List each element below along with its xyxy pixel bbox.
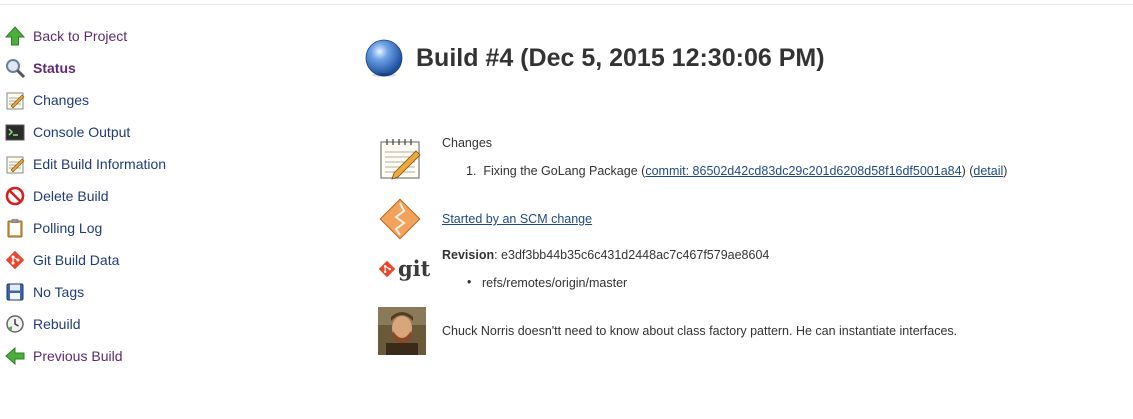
sidebar-item-polling-log[interactable]: Polling Log xyxy=(4,212,304,244)
git-logo: git xyxy=(378,256,431,281)
sidebar-item-label: Console Output xyxy=(33,124,131,140)
sidebar-tasks: Back to Project Status Changes Console O… xyxy=(4,20,304,372)
chuck-norris-portrait xyxy=(378,307,426,355)
top-divider xyxy=(0,4,1133,5)
scm-change-icon xyxy=(379,198,421,240)
sidebar-item-status[interactable]: Status xyxy=(4,52,304,84)
floppy-disk-icon xyxy=(4,281,26,303)
chuck-content: Chuck Norris doesn'tt need to know about… xyxy=(442,324,957,338)
magnifier-icon xyxy=(4,57,26,79)
sidebar-item-label: Changes xyxy=(33,92,90,108)
revision-label: Revision xyxy=(442,248,495,262)
sidebar-item-changes[interactable]: Changes xyxy=(4,84,304,116)
page-title: Build #4 (Dec 5, 2015 12:30:06 PM) xyxy=(416,43,825,72)
sidebar-item-label: Edit Build Information xyxy=(33,156,167,172)
list-item: 1. Fixing the GoLang Package (commit: 86… xyxy=(442,164,1007,178)
detail-close-paren: ) xyxy=(1003,164,1008,178)
sidebar-item-edit-build-information[interactable]: Edit Build Information xyxy=(4,148,304,180)
commit-close-paren: ) xyxy=(961,164,966,178)
changes-heading: Changes xyxy=(442,136,493,150)
sidebar-item-previous-build[interactable]: Previous Build xyxy=(4,340,304,372)
sidebar-item-label: Status xyxy=(33,60,76,76)
sidebar-item-back-to-project[interactable]: Back to Project xyxy=(4,20,304,52)
scm-change-link[interactable]: Started by an SCM change xyxy=(442,212,592,226)
revision-value: : e3df3bb44b35c6c431d2448ac7c467f579ae86… xyxy=(494,248,770,262)
sidebar-item-label: Delete Build xyxy=(33,188,109,204)
notepad-icon xyxy=(4,89,26,111)
changes-content: Changes 1. Fixing the GoLang Package (co… xyxy=(442,136,1007,178)
git-content: Revision: e3df3bb44b35c6c431d2448ac7c467… xyxy=(442,248,769,290)
git-diamond-icon xyxy=(378,260,396,278)
terminal-icon xyxy=(4,121,26,143)
change-number: 1. xyxy=(466,164,477,178)
clipboard-icon xyxy=(4,217,26,239)
branch-list: refs/remotes/origin/master xyxy=(442,275,769,290)
sidebar-item-console-output[interactable]: Console Output xyxy=(4,116,304,148)
build-status-ball-icon xyxy=(365,39,403,77)
sidebar-item-delete-build[interactable]: Delete Build xyxy=(4,180,304,212)
sidebar-item-rebuild[interactable]: Rebuild xyxy=(4,308,304,340)
sidebar-item-label: Git Build Data xyxy=(33,252,120,268)
cause-content: Started by an SCM change xyxy=(442,212,592,226)
change-message: Fixing the GoLang Package xyxy=(483,164,638,178)
detail-link[interactable]: detail xyxy=(973,164,1003,178)
changes-list: 1. Fixing the GoLang Package (commit: 86… xyxy=(442,164,1007,178)
sidebar-item-label: Rebuild xyxy=(33,316,81,332)
chuck-quote: Chuck Norris doesn'tt need to know about… xyxy=(442,324,958,338)
rebuild-clock-icon xyxy=(4,313,26,335)
commit-link[interactable]: commit: 86502d42cd83dc29c201d6208d58f16d… xyxy=(645,164,961,178)
sidebar-item-label: Back to Project xyxy=(33,28,128,44)
sidebar-item-label: No Tags xyxy=(33,284,85,300)
sidebar-item-label: Previous Build xyxy=(33,348,123,364)
notepad-edit-icon xyxy=(4,153,26,175)
git-logo-text: git xyxy=(398,256,431,281)
branch-name: refs/remotes/origin/master xyxy=(482,276,628,290)
git-icon xyxy=(4,249,26,271)
sidebar-item-no-tags[interactable]: No Tags xyxy=(4,276,304,308)
no-entry-icon xyxy=(4,185,26,207)
notepad-icon xyxy=(380,139,421,180)
sidebar-item-git-build-data[interactable]: Git Build Data xyxy=(4,244,304,276)
up-arrow-icon xyxy=(4,25,26,47)
sidebar-item-label: Polling Log xyxy=(33,220,103,236)
left-arrow-icon xyxy=(4,345,26,367)
list-item: refs/remotes/origin/master xyxy=(442,275,769,290)
revision-line: Revision: e3df3bb44b35c6c431d2448ac7c467… xyxy=(442,248,769,262)
build-header: Build #4 (Dec 5, 2015 12:30:06 PM) xyxy=(364,38,825,78)
